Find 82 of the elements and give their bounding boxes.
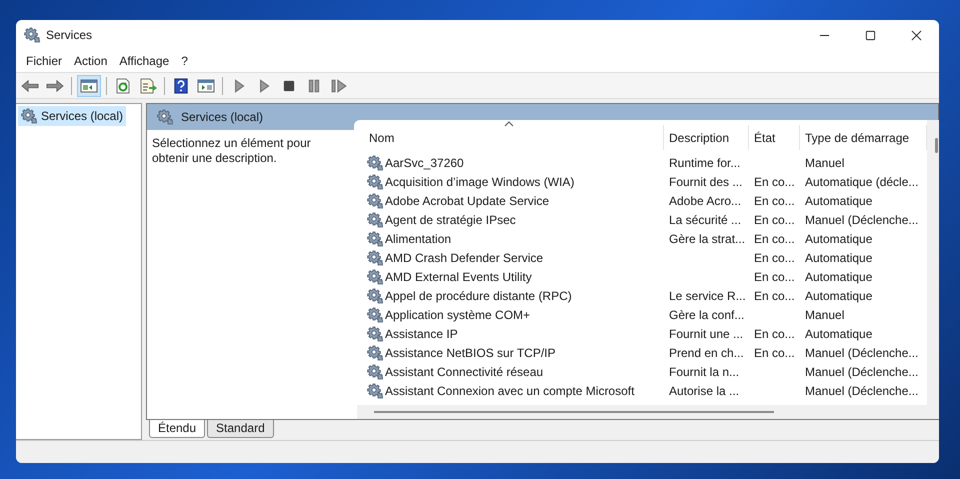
table-cell: Automatique (décle... [805,174,918,188]
table-cell: Adobe Acrobat Update Service [385,194,550,208]
menu-item[interactable]: Fichier [20,54,68,68]
table-cell: Automatique [805,270,872,284]
table-cell: Manuel (Déclenche... [805,346,918,360]
table-cell: Automatique [805,250,872,264]
table-cell: Automatique [805,288,872,302]
scrollbar-thumb[interactable] [374,411,774,413]
tab[interactable]: Étendu [149,420,206,438]
description-text: Sélectionnez un élément pour obtenir une description. [151,135,312,167]
gear-icon [24,27,40,43]
table-cell: En co... [754,232,795,246]
panel-title: Services (local) [181,110,264,124]
table-cell: Manuel [805,156,844,170]
menu-item[interactable]: Action [68,54,114,68]
table-cell: AMD External Events Utility [385,270,532,284]
table-cell: En co... [754,174,795,188]
table-cell: Alimentation [385,232,452,246]
table-cell: Runtime for... [669,156,740,170]
vertical-scrollbar[interactable] [927,120,939,406]
table-cell: En co... [754,250,795,264]
table-cell: En co... [754,212,795,226]
table-cell: Fournit une ... [669,326,744,340]
table-cell: En co... [754,288,795,302]
table-cell: Manuel (Déclenche... [805,384,918,398]
table-cell: AarSvc_37260 [385,156,464,170]
table-cell: Assistance NetBIOS sur TCP/IP [385,346,556,360]
gear-icon [367,192,383,208]
gear-icon [367,326,383,342]
gear-icon [367,268,383,284]
sort-caret-icon [504,121,514,127]
gear-icon [367,382,383,398]
table-cell: Fournit des ... [669,174,742,188]
table-cell: Appel de procédure distante (RPC) [385,288,572,302]
table-cell: Autorise la ... [669,384,740,398]
gear-icon [367,250,383,266]
column-header[interactable]: État [749,125,800,150]
table-cell: Assistant Connectivité réseau [385,364,544,378]
table-cell: En co... [754,194,795,208]
gear-icon [157,109,173,125]
table-cell: Assistant Connexion avec un compte Microsoft [385,384,634,398]
table-cell: Assistance IP [385,326,458,340]
table-cell: En co... [754,326,795,340]
gear-icon [367,288,383,304]
menu-item[interactable]: ? [175,54,194,68]
table-cell: Automatique [805,194,872,208]
gear-icon [367,306,383,322]
column-header[interactable]: Nom [364,125,664,150]
table-cell: Automatique [805,326,872,340]
gear-icon [367,212,383,228]
toolbar-button[interactable] [77,74,101,96]
console-tree-icon [80,78,98,94]
table-cell: Manuel (Déclenche... [805,364,918,378]
table-cell: En co... [754,346,795,360]
table-cell: Gère la conf... [669,308,744,322]
horizontal-scrollbar[interactable] [357,405,939,419]
gear-icon [367,174,383,190]
gear-icon [21,108,37,124]
table-cell: Acquisition d’image Windows (WIA) [385,174,574,188]
table-cell: Le service R... [669,288,746,302]
table-cell: Gère la strat... [669,232,746,246]
gear-icon [367,364,383,380]
table-cell: Adobe Acro... [669,194,742,208]
table-cell: Manuel (Déclenche... [805,212,918,226]
tree-item[interactable]: Services (local) [18,106,126,126]
column-header[interactable]: Description [664,125,749,150]
table-cell: Application système COM+ [385,308,530,322]
table-cell: Automatique [805,232,872,246]
table-cell: La sécurité ... [669,212,742,226]
gear-icon [367,154,383,170]
table-cell: AMD Crash Defender Service [385,250,544,264]
table-cell: En co... [754,270,795,284]
table-cell: Agent de stratégie IPsec [385,212,516,226]
table-cell: Manuel [805,308,844,322]
menu-item[interactable]: Affichage [113,54,176,68]
gear-icon [367,344,383,360]
gear-icon [367,230,383,246]
window-title: Services [46,28,94,42]
table-cell: Prend en ch... [669,346,744,360]
table-cell: Fournit la n... [669,364,740,378]
scrollbar-thumb[interactable] [935,138,938,153]
tab[interactable]: Standard [207,420,274,438]
